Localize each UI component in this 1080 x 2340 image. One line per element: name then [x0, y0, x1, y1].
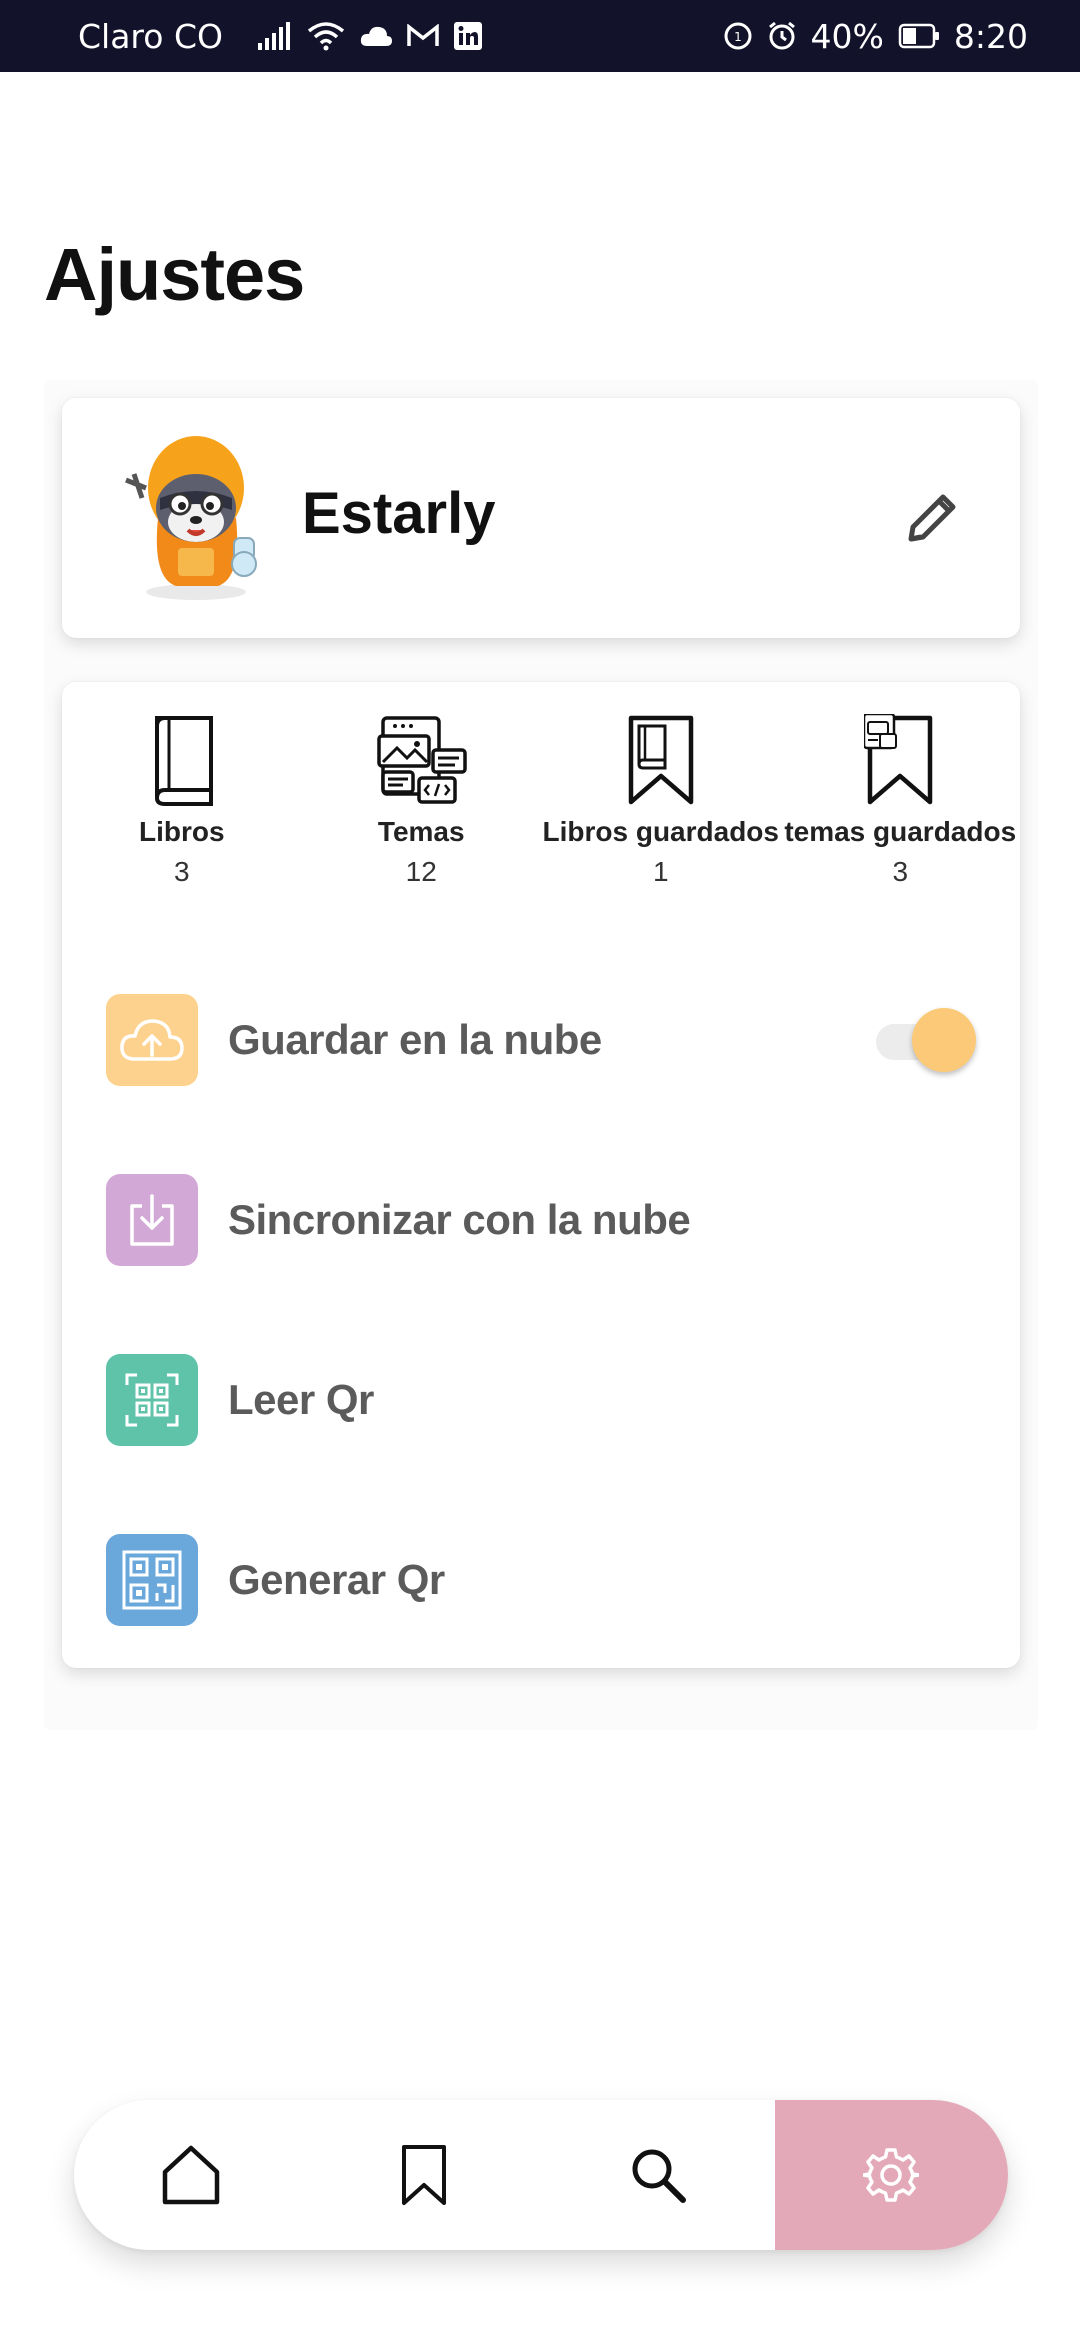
- page-title: Ajustes: [44, 233, 305, 316]
- book-icon: [147, 706, 217, 806]
- settings-card: Libros 3 Temas 12 Libros guardados 1 tem…: [62, 682, 1020, 1668]
- download-icon-tile: [106, 1174, 198, 1266]
- stat-label: Libros guardados: [542, 816, 779, 847]
- option-cloud-save[interactable]: Guardar en la nube: [106, 994, 976, 1086]
- download-icon: [130, 1194, 174, 1246]
- qr-code-icon: [122, 1550, 182, 1610]
- nav-home[interactable]: [74, 2100, 308, 2250]
- svg-text:1: 1: [734, 30, 742, 44]
- cloud-save-toggle[interactable]: [876, 1008, 976, 1072]
- pencil-icon: [908, 494, 956, 542]
- saved-books-icon: [625, 706, 697, 806]
- saved-topics-icon: [864, 706, 936, 806]
- stat-value: 3: [892, 856, 909, 887]
- stat-label: Temas: [377, 816, 465, 847]
- bookmark-icon: [402, 2145, 447, 2205]
- battery-icon: [898, 23, 940, 49]
- stat-value: 12: [405, 856, 437, 887]
- option-cloud-sync[interactable]: Sincronizar con la nube: [106, 1174, 976, 1266]
- qr-scan-icon-tile: [106, 1354, 198, 1446]
- cloud-upload-icon: [120, 1019, 184, 1061]
- gear-icon: [863, 2148, 920, 2202]
- gmail-icon: [407, 24, 439, 48]
- cloud-icon: [359, 24, 393, 48]
- stats-row: Libros 3 Temas 12 Libros guardados 1 tem…: [62, 706, 1020, 926]
- qr-code-icon-tile: [106, 1534, 198, 1626]
- stat-temas[interactable]: Temas 12: [302, 706, 542, 926]
- option-label: Guardar en la nube: [228, 1016, 602, 1063]
- stat-label: Libros: [138, 816, 225, 847]
- wifi-icon: [307, 21, 345, 51]
- option-label: Generar Qr: [228, 1556, 445, 1603]
- avatar: [106, 428, 286, 608]
- nav-bookmarks[interactable]: [308, 2100, 542, 2250]
- clock: 8:20: [953, 16, 1028, 56]
- topics-icon: [375, 706, 467, 806]
- search-icon: [632, 2149, 686, 2203]
- carrier-name: Claro CO: [78, 16, 223, 56]
- nav-settings[interactable]: [774, 2100, 1008, 2250]
- status-bar: Claro CO 1 40% 8:20: [0, 0, 1080, 72]
- nav-search[interactable]: [541, 2100, 775, 2250]
- option-label: Sincronizar con la nube: [228, 1196, 691, 1243]
- profile-card: Estarly: [62, 398, 1020, 638]
- stat-libros-guardados[interactable]: Libros guardados 1: [541, 706, 781, 926]
- stat-temas-guardados[interactable]: temas guardados 3: [781, 706, 1021, 926]
- alarm-icon: [767, 21, 797, 51]
- stat-value: 1: [652, 856, 669, 887]
- home-icon: [162, 2145, 219, 2205]
- cloud-upload-icon-tile: [106, 994, 198, 1086]
- option-label: Leer Qr: [228, 1376, 374, 1423]
- stat-label: temas guardados: [784, 816, 1017, 847]
- bottom-navigation: [74, 2100, 1008, 2250]
- stat-libros[interactable]: Libros 3: [62, 706, 302, 926]
- option-generate-qr[interactable]: Generar Qr: [106, 1534, 976, 1626]
- stat-value: 3: [173, 856, 190, 887]
- data-saver-icon: 1: [723, 21, 753, 51]
- toggle-knob: [912, 1008, 976, 1072]
- battery-percent: 40%: [810, 16, 884, 56]
- edit-profile-button[interactable]: [896, 480, 970, 554]
- signal-icon: [257, 21, 293, 51]
- option-read-qr[interactable]: Leer Qr: [106, 1354, 976, 1446]
- linkedin-icon: [453, 21, 483, 51]
- profile-name: Estarly: [302, 481, 496, 546]
- qr-scan-icon: [125, 1373, 179, 1427]
